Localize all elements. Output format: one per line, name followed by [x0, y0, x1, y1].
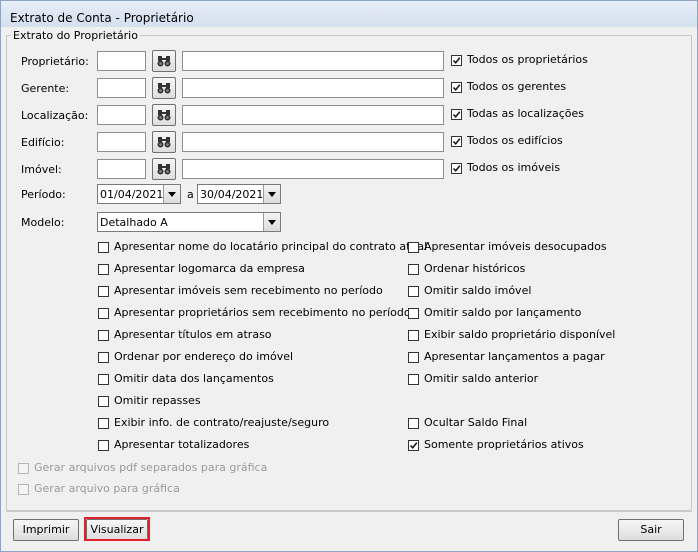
option-right-label[interactable]: Somente proprietários ativos: [424, 438, 584, 451]
report-window: Extrato de Conta - Proprietário Extrato …: [0, 0, 698, 552]
chevron-down-icon[interactable]: [263, 213, 280, 231]
checkmark-icon: [452, 57, 461, 65]
checkmark-icon: [452, 138, 461, 146]
option-right-checkbox[interactable]: [408, 264, 419, 275]
option-left-label[interactable]: Exibir info. de contrato/reajuste/seguro: [114, 416, 329, 429]
filter-code-input[interactable]: [97, 132, 146, 152]
graphic-file-option-checkbox: [18, 484, 29, 495]
option-right-label[interactable]: Ordenar históricos: [424, 262, 525, 275]
option-left-checkbox[interactable]: [98, 396, 109, 407]
binoculars-icon[interactable]: [152, 77, 176, 99]
option-left-label[interactable]: Apresentar imóveis sem recebimento no pe…: [114, 284, 383, 297]
filter-all-label[interactable]: Todos os imóveis: [467, 161, 560, 174]
option-left-label[interactable]: Omitir data dos lançamentos: [114, 372, 274, 385]
filter-all-checkbox[interactable]: [451, 82, 462, 93]
option-left-checkbox[interactable]: [98, 374, 109, 385]
footer-divider: [6, 511, 692, 512]
filter-code-input[interactable]: [97, 51, 146, 71]
graphic-file-option-label: Gerar arquivos pdf separados para gráfic…: [34, 461, 268, 474]
filter-name-input[interactable]: [182, 105, 444, 125]
filter-all-checkbox[interactable]: [451, 163, 462, 174]
option-right-label[interactable]: Omitir saldo imóvel: [424, 284, 531, 297]
binoculars-icon[interactable]: [152, 104, 176, 126]
option-right-label[interactable]: Apresentar imóveis desocupados: [424, 240, 607, 253]
title-bar: Extrato de Conta - Proprietário: [1, 1, 697, 27]
option-right-checkbox[interactable]: [408, 352, 419, 363]
filter-code-input[interactable]: [97, 105, 146, 125]
period-separator: a: [187, 188, 194, 201]
filter-label: Localização:: [21, 109, 89, 122]
filter-all-checkbox[interactable]: [451, 109, 462, 120]
filter-all-checkbox[interactable]: [451, 136, 462, 147]
chevron-down-icon[interactable]: [163, 185, 180, 203]
checkmark-icon: [409, 442, 418, 450]
filter-name-input[interactable]: [182, 132, 444, 152]
option-left-checkbox[interactable]: [98, 242, 109, 253]
option-left-label[interactable]: Apresentar logomarca da empresa: [114, 262, 305, 275]
checkmark-icon: [452, 84, 461, 92]
checkmark-icon: [452, 111, 461, 119]
option-left-checkbox[interactable]: [98, 418, 109, 429]
graphic-file-option-label: Gerar arquivo para gráfica: [34, 482, 180, 495]
exit-button[interactable]: Sair: [618, 519, 684, 541]
window-title: Extrato de Conta - Proprietário: [10, 11, 194, 25]
option-right-checkbox[interactable]: [408, 286, 419, 297]
binoculars-icon[interactable]: [152, 50, 176, 72]
option-left-label[interactable]: Omitir repasses: [114, 394, 201, 407]
filter-all-label[interactable]: Todas as localizações: [467, 107, 584, 120]
group-title: Extrato do Proprietário: [11, 29, 140, 42]
option-left-label[interactable]: Ordenar por endereço do imóvel: [114, 350, 293, 363]
view-button[interactable]: Visualizar: [86, 519, 148, 541]
filter-code-input[interactable]: [97, 78, 146, 98]
option-left-checkbox[interactable]: [98, 286, 109, 297]
option-left-checkbox[interactable]: [98, 352, 109, 363]
binoculars-icon[interactable]: [152, 158, 176, 180]
chevron-down-icon[interactable]: [263, 185, 280, 203]
option-left-label[interactable]: Apresentar títulos em atraso: [114, 328, 272, 341]
period-start-value: 01/04/2021: [100, 188, 164, 201]
option-left-checkbox[interactable]: [98, 264, 109, 275]
option-right-label[interactable]: Ocultar Saldo Final: [424, 416, 527, 429]
binoculars-icon[interactable]: [152, 131, 176, 153]
filter-code-input[interactable]: [97, 159, 146, 179]
option-right-label[interactable]: Omitir saldo anterior: [424, 372, 538, 385]
option-right-label[interactable]: Omitir saldo por lançamento: [424, 306, 581, 319]
graphic-file-option-checkbox: [18, 463, 29, 474]
filter-label: Gerente:: [21, 82, 70, 95]
option-left-label[interactable]: Apresentar nome do locatário principal d…: [114, 240, 427, 253]
period-label: Período:: [21, 188, 66, 201]
checkmark-icon: [452, 165, 461, 173]
filter-name-input[interactable]: [182, 159, 444, 179]
print-button[interactable]: Imprimir: [13, 519, 79, 541]
option-right-checkbox[interactable]: [408, 308, 419, 319]
filter-name-input[interactable]: [182, 51, 444, 71]
option-left-label[interactable]: Apresentar totalizadores: [114, 438, 249, 451]
option-left-checkbox[interactable]: [98, 308, 109, 319]
filter-name-input[interactable]: [182, 78, 444, 98]
filter-all-label[interactable]: Todos os proprietários: [467, 53, 588, 66]
model-label: Modelo:: [21, 216, 65, 229]
filter-label: Proprietário:: [21, 55, 89, 68]
option-left-label[interactable]: Apresentar proprietários sem recebimento…: [114, 306, 411, 319]
period-end-value: 30/04/2021: [200, 188, 264, 201]
filter-all-checkbox[interactable]: [451, 55, 462, 66]
option-left-checkbox[interactable]: [98, 440, 109, 451]
option-right-label[interactable]: Exibir saldo proprietário disponível: [424, 328, 615, 341]
filter-label: Imóvel:: [21, 163, 62, 176]
filter-all-label[interactable]: Todos os edifícios: [467, 134, 563, 147]
option-right-checkbox[interactable]: [408, 418, 419, 429]
period-start-date[interactable]: 01/04/2021: [97, 184, 181, 204]
option-right-checkbox[interactable]: [408, 440, 419, 451]
option-right-checkbox[interactable]: [408, 242, 419, 253]
option-right-checkbox[interactable]: [408, 330, 419, 341]
filter-all-label[interactable]: Todos os gerentes: [467, 80, 566, 93]
option-right-label[interactable]: Apresentar lançamentos a pagar: [424, 350, 605, 363]
option-right-checkbox[interactable]: [408, 374, 419, 385]
period-end-date[interactable]: 30/04/2021: [197, 184, 281, 204]
model-value: Detalhado A: [100, 216, 168, 229]
filter-label: Edifício:: [21, 136, 65, 149]
option-left-checkbox[interactable]: [98, 330, 109, 341]
model-select[interactable]: Detalhado A: [97, 212, 281, 232]
